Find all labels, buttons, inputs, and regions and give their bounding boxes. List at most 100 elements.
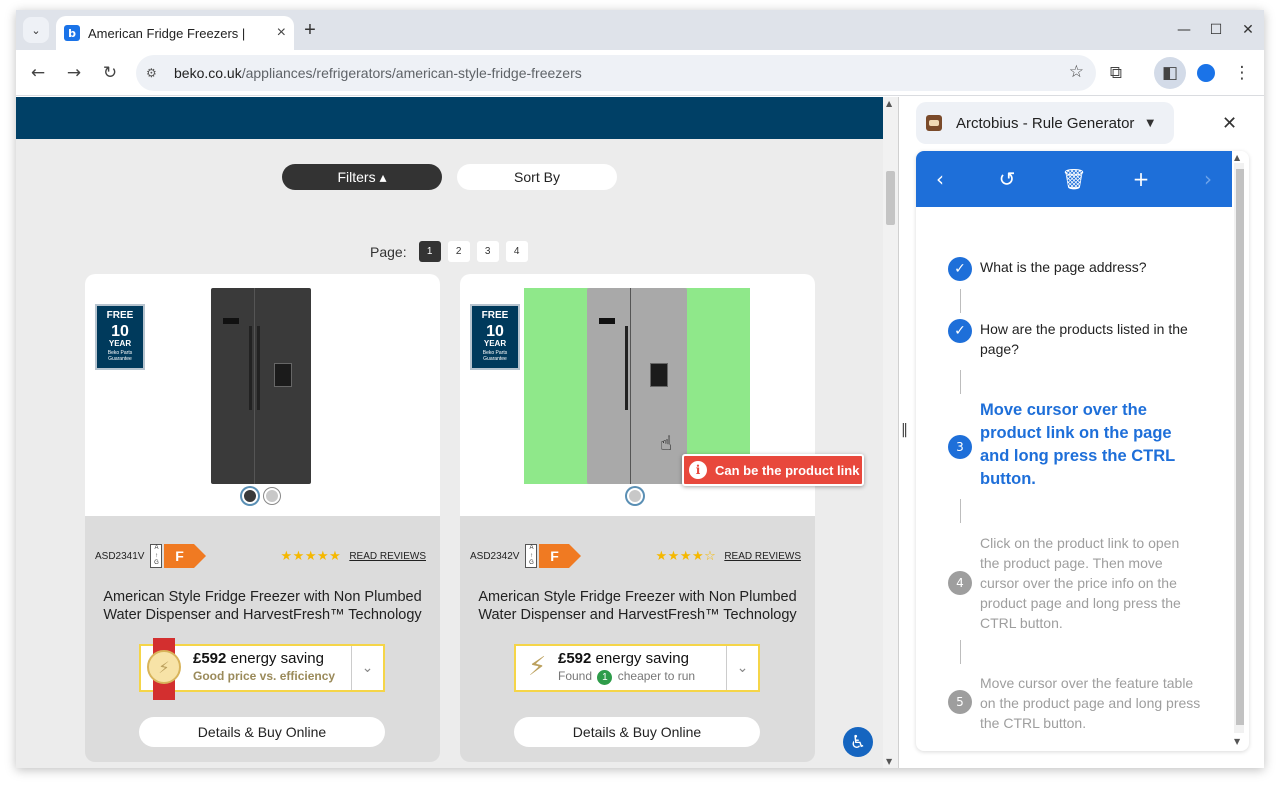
pagination: Page: 1 2 3 4 bbox=[370, 241, 528, 262]
count-badge: 1 bbox=[597, 670, 613, 685]
rating-stars: ★★★★★ bbox=[280, 548, 342, 564]
color-swatches bbox=[242, 488, 280, 504]
swatch-silver[interactable] bbox=[264, 488, 280, 504]
energy-scale: A ↑ G bbox=[525, 544, 538, 568]
profile-avatar[interactable] bbox=[1192, 59, 1220, 87]
add-icon[interactable]: + bbox=[1127, 165, 1155, 193]
energy-class: F bbox=[164, 544, 195, 568]
tab-active[interactable]: b American Fridge Freezers | × bbox=[56, 16, 294, 50]
menu-kebab-icon[interactable]: ⋮ bbox=[1228, 59, 1256, 87]
address-bar[interactable]: ⚙ beko.co.uk/appliances/refrigerators/am… bbox=[136, 55, 1096, 91]
panel-divider[interactable] bbox=[898, 97, 899, 768]
product-card: FREE 10 YEAR Beko Parts Guarantee ASD234… bbox=[460, 274, 815, 762]
step-text: What is the page address? bbox=[980, 259, 1147, 275]
delete-icon[interactable]: 🗑 bbox=[1060, 165, 1088, 193]
rating-stars: ★★★★☆ bbox=[655, 548, 717, 564]
sort-by-button[interactable]: Sort By bbox=[457, 164, 617, 190]
url-domain: beko.co.uk bbox=[174, 65, 242, 81]
tab-strip: ⌄ b American Fridge Freezers | × + — ☐ ✕ bbox=[16, 10, 1264, 50]
swatch-silver[interactable] bbox=[627, 488, 643, 504]
saving-amount: £592 bbox=[558, 650, 592, 667]
rule-generator-panel: ‹ ↺ 🗑 + › ✓ What is the page address? ✓ … bbox=[916, 151, 1249, 751]
scroll-down-icon[interactable]: ▼ bbox=[886, 757, 892, 766]
dropdown-caret-icon[interactable]: ▼ bbox=[1146, 118, 1154, 129]
badge-line1: FREE bbox=[106, 310, 134, 321]
saving-text: energy saving bbox=[230, 650, 324, 667]
tab-title: American Fridge Freezers | bbox=[88, 25, 246, 41]
new-tab-button[interactable]: + bbox=[298, 18, 322, 42]
product-title[interactable]: American Style Fridge Freezer with Non P… bbox=[460, 588, 815, 624]
site-info-icon[interactable]: ⚙ bbox=[146, 66, 162, 80]
step-text: How are the products listed in the page? bbox=[980, 321, 1188, 357]
scroll-down-icon[interactable]: ▼ bbox=[1234, 737, 1240, 746]
product-title[interactable]: American Style Fridge Freezer with Non P… bbox=[85, 588, 440, 624]
product-image-area[interactable]: FREE 10 YEAR Beko Parts Guarantee bbox=[85, 274, 440, 516]
page-scrollbar[interactable]: ▲ ▼ bbox=[883, 97, 898, 768]
product-image[interactable] bbox=[211, 288, 311, 484]
details-buy-button[interactable]: Details & Buy Online bbox=[514, 717, 760, 747]
chevron-down-icon[interactable]: ⌄ bbox=[351, 646, 383, 690]
browser-window: ⌄ b American Fridge Freezers | × + — ☐ ✕… bbox=[16, 10, 1264, 768]
check-icon: ✓ bbox=[948, 257, 972, 281]
step-2: ✓ How are the products listed in the pag… bbox=[948, 319, 1202, 359]
page-1-button[interactable]: 1 bbox=[418, 241, 441, 262]
side-panel-close-icon[interactable]: ✕ bbox=[1222, 113, 1237, 134]
energy-scale: A ↑ G bbox=[150, 544, 163, 568]
prev-step-icon[interactable]: ‹ bbox=[926, 165, 954, 193]
reset-icon[interactable]: ↺ bbox=[993, 165, 1021, 193]
model-number: ASD2342V bbox=[470, 550, 520, 562]
filters-button[interactable]: Filters ▴ bbox=[282, 164, 442, 190]
page-4-button[interactable]: 4 bbox=[505, 241, 528, 262]
lightning-icon: ⚡ bbox=[528, 652, 547, 682]
scroll-up-icon[interactable]: ▲ bbox=[1234, 153, 1240, 162]
scrollbar-thumb[interactable] bbox=[1236, 169, 1244, 725]
page-2-button[interactable]: 2 bbox=[447, 241, 470, 262]
chevron-down-icon: ⌄ bbox=[31, 24, 41, 37]
energy-saving-box[interactable]: ⚡ £592 energy saving Found 1 cheaper to … bbox=[514, 644, 760, 692]
tooltip-text: Can be the product link bbox=[715, 462, 860, 478]
details-buy-button[interactable]: Details & Buy Online bbox=[139, 717, 385, 747]
step-text: Move cursor over the product link on the… bbox=[980, 401, 1175, 488]
step-5: 5 Move cursor over the feature table on … bbox=[948, 673, 1202, 733]
saving-subtext: Good price vs. efficiency bbox=[193, 669, 336, 683]
saving-subtext: Found 1 cheaper to run bbox=[558, 669, 696, 685]
side-panel-scrollbar[interactable] bbox=[1234, 163, 1244, 733]
scroll-up-icon[interactable]: ▲ bbox=[886, 99, 892, 108]
close-icon[interactable]: × bbox=[277, 24, 286, 42]
favicon-icon: b bbox=[64, 25, 80, 41]
read-reviews-link[interactable]: READ REVIEWS bbox=[724, 551, 801, 562]
forward-button[interactable]: → bbox=[60, 59, 88, 87]
saving-amount: £592 bbox=[193, 650, 227, 667]
product-link-tooltip: i Can be the product link bbox=[682, 454, 864, 486]
resize-grip-icon[interactable]: ‖ bbox=[901, 422, 908, 438]
reload-button[interactable]: ↻ bbox=[96, 59, 124, 87]
back-button[interactable]: ← bbox=[24, 59, 52, 87]
energy-saving-box[interactable]: ⚡ £592 energy saving Good price vs. effi… bbox=[139, 638, 385, 700]
tab-search-button[interactable]: ⌄ bbox=[23, 17, 49, 43]
minimize-icon[interactable]: — bbox=[1169, 18, 1199, 42]
read-reviews-link[interactable]: READ REVIEWS bbox=[349, 551, 426, 562]
badge-line2: 10 bbox=[111, 323, 129, 340]
side-panel-button[interactable]: ◧ bbox=[1154, 57, 1186, 89]
side-panel-icon: ◧ bbox=[1161, 63, 1179, 83]
swatch-black[interactable] bbox=[242, 488, 258, 504]
accessibility-icon[interactable]: ♿ bbox=[843, 727, 873, 757]
maximize-icon[interactable]: ☐ bbox=[1201, 18, 1231, 42]
next-step-icon[interactable]: › bbox=[1194, 165, 1222, 193]
window-close-icon[interactable]: ✕ bbox=[1233, 18, 1263, 42]
model-number: ASD2341V bbox=[95, 550, 145, 562]
step-4: 4 Click on the product link to open the … bbox=[948, 533, 1202, 633]
extensions-icon[interactable]: ⧉ bbox=[1102, 59, 1130, 87]
award-medal-icon: ⚡ bbox=[147, 638, 181, 700]
bookmark-star-icon[interactable]: ☆ bbox=[1069, 62, 1084, 82]
step-number: 4 bbox=[948, 571, 972, 595]
hand-cursor-icon: ☝ bbox=[660, 431, 673, 455]
page-3-button[interactable]: 3 bbox=[476, 241, 499, 262]
chevron-down-icon[interactable]: ⌄ bbox=[726, 646, 758, 690]
step-3: 3 Move cursor over the product link on t… bbox=[948, 399, 1202, 491]
pager-label: Page: bbox=[370, 243, 407, 260]
rule-toolbar: ‹ ↺ 🗑 + › bbox=[916, 151, 1232, 207]
scrollbar-thumb[interactable] bbox=[886, 171, 895, 225]
side-panel-header[interactable]: Arctobius - Rule Generator ▼ bbox=[916, 102, 1174, 144]
step-1: ✓ What is the page address? bbox=[948, 257, 1202, 281]
